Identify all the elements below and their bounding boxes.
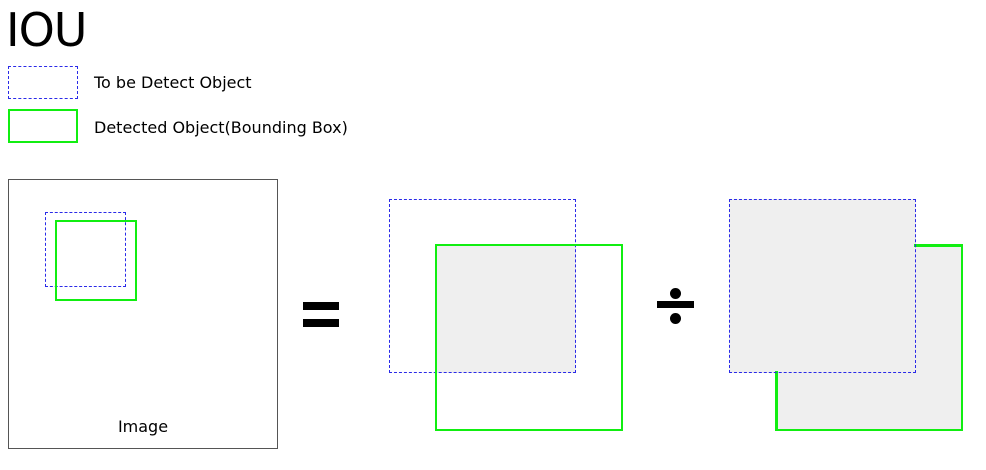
ground-truth-box (729, 199, 916, 373)
detected-box-left-edge (775, 371, 778, 431)
legend-label-detected: Detected Object(Bounding Box) (94, 118, 348, 137)
divide-dot-top (670, 288, 681, 299)
legend-swatch-detected (8, 109, 78, 143)
detected-box (435, 244, 623, 431)
legend-swatch-ground-truth (8, 66, 78, 99)
detected-box (55, 220, 137, 301)
equals-bar-top (303, 302, 339, 310)
detected-box-top-edge (914, 244, 963, 247)
page-title: IOU (6, 3, 87, 57)
equals-bar-bottom (303, 319, 339, 327)
divide-dot-bottom (670, 313, 681, 324)
image-panel: Image (8, 179, 278, 449)
legend-label-ground-truth: To be Detect Object (94, 73, 252, 92)
image-panel-label: Image (117, 417, 169, 436)
divide-bar (657, 301, 694, 308)
